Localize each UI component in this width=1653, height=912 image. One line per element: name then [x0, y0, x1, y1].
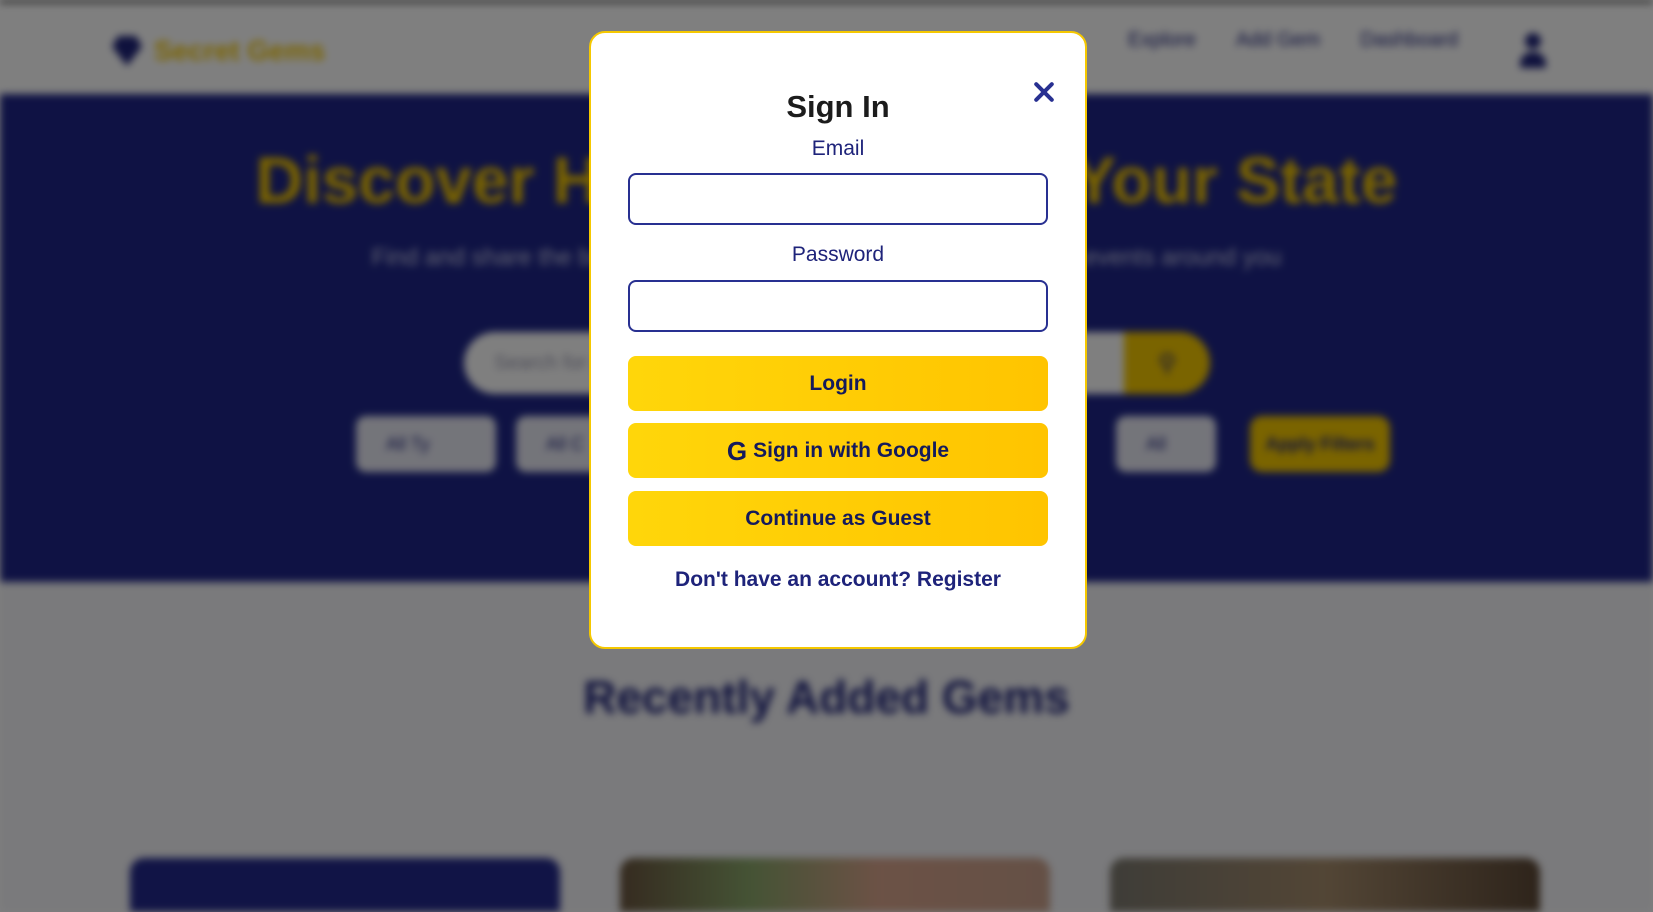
- email-field[interactable]: [628, 173, 1048, 225]
- login-button[interactable]: Login: [628, 356, 1048, 411]
- google-sign-in-label: Sign in with Google: [753, 438, 950, 462]
- google-sign-in-button[interactable]: G Sign in with Google: [628, 423, 1048, 478]
- sign-in-modal: Sign In Email Password Login G Sign in w…: [589, 31, 1087, 649]
- continue-as-guest-button[interactable]: Continue as Guest: [628, 491, 1048, 546]
- password-field[interactable]: [628, 280, 1048, 332]
- google-icon: G: [726, 435, 748, 466]
- login-label: Login: [809, 371, 867, 395]
- modal-title: Sign In: [786, 89, 890, 124]
- register-link[interactable]: Don't have an account? Register: [591, 568, 1085, 592]
- password-label: Password: [791, 243, 885, 266]
- guest-label: Continue as Guest: [745, 506, 931, 530]
- email-label: Email: [811, 137, 865, 160]
